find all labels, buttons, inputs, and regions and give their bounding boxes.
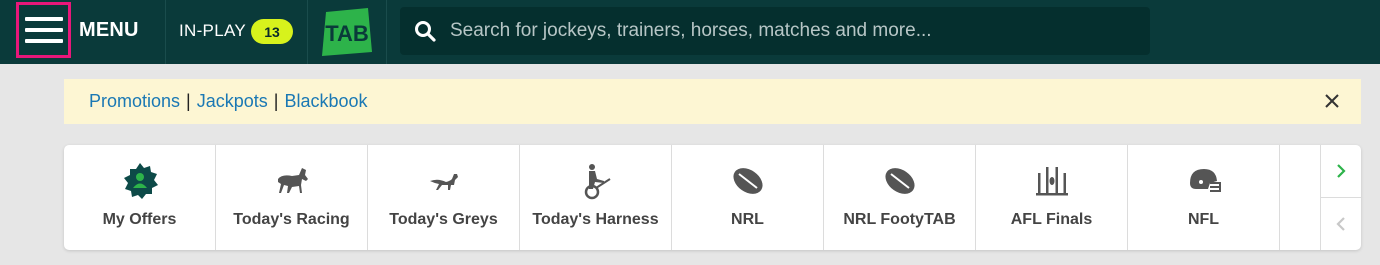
chevron-left-icon [1336, 217, 1345, 231]
search-input[interactable] [448, 19, 1150, 43]
link-separator: | [186, 91, 191, 111]
category-afl-finals[interactable]: AFL Finals [976, 145, 1128, 250]
category-label: NFL [1187, 211, 1220, 228]
category-label: NRL FootyTAB [843, 211, 956, 228]
category-label: Today's Greys [389, 211, 498, 228]
category-carousel: My Offers Today's Racing Today's Greys T… [64, 145, 1361, 250]
divider [386, 0, 387, 64]
category-todays-racing[interactable]: Today's Racing [216, 145, 368, 250]
offers-badge-icon [123, 163, 158, 199]
category-todays-greys[interactable]: Today's Greys [368, 145, 520, 250]
menu-button[interactable] [16, 2, 71, 58]
quick-links-banner: Promotions | Jackpots | Blackbook [64, 79, 1361, 124]
top-navigation-bar: MENU IN-PLAY 13 TAB [0, 0, 1380, 64]
category-todays-harness[interactable]: Today's Harness [520, 145, 672, 250]
category-nfl[interactable]: NFL [1128, 145, 1280, 250]
category-my-offers[interactable]: My Offers [64, 145, 216, 250]
hamburger-icon-bar [24, 28, 63, 32]
link-separator: | [273, 91, 279, 111]
category-label: AFL Finals [1010, 211, 1093, 228]
tab-logo[interactable]: TAB [322, 8, 372, 56]
divider [165, 0, 166, 64]
football-helmet-icon [1189, 169, 1221, 192]
in-play-link[interactable]: IN-PLAY [179, 21, 246, 41]
harness-icon [584, 164, 611, 200]
rugby-ball-icon [884, 168, 915, 194]
horse-icon [277, 168, 308, 193]
blackbook-link[interactable]: Blackbook [284, 91, 367, 111]
promotions-link[interactable]: Promotions [89, 91, 180, 111]
divider [307, 0, 308, 64]
rugby-ball-icon [732, 168, 763, 194]
hamburger-icon-bar [24, 39, 63, 43]
in-play-count-badge[interactable]: 13 [251, 19, 293, 44]
jackpots-link[interactable]: Jackpots [197, 91, 268, 111]
category-nrl-footytab[interactable]: NRL FootyTAB [824, 145, 976, 250]
chevron-right-icon [1337, 164, 1346, 178]
tab-logo-text: TAB [325, 21, 369, 46]
category-nrl[interactable]: NRL [672, 145, 824, 250]
category-label: Today's Harness [532, 211, 659, 228]
menu-label[interactable]: MENU [79, 19, 139, 42]
carousel-prev-button[interactable] [1321, 198, 1361, 250]
close-icon[interactable] [1323, 92, 1341, 110]
category-label: NRL [731, 211, 764, 228]
category-label: Today's Racing [233, 211, 350, 228]
carousel-next-button[interactable] [1321, 145, 1361, 198]
afl-goalposts-icon [1035, 167, 1068, 196]
search-bar[interactable] [400, 7, 1150, 55]
greyhound-icon [429, 174, 458, 190]
category-label: My Offers [102, 211, 177, 228]
carousel-controls [1320, 145, 1361, 250]
hamburger-icon-bar [24, 17, 63, 21]
search-icon [415, 21, 436, 42]
banner-links: Promotions | Jackpots | Blackbook [89, 91, 368, 112]
